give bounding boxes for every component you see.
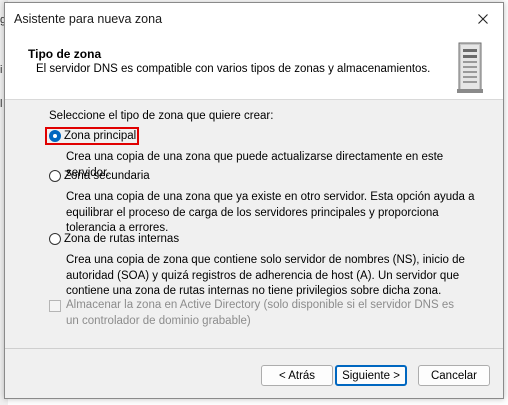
radio-label-zona-secundaria: Zona secundaria <box>64 170 150 182</box>
new-zone-wizard-dialog: Asistente para nueva zona Tipo de zona E… <box>4 2 504 399</box>
wizard-header: Tipo de zona El servidor DNS es compatib… <box>5 35 503 100</box>
footer-separator <box>5 348 503 349</box>
wizard-content: Seleccione el tipo de zona que quiere cr… <box>5 100 503 350</box>
radio-zona-secundaria[interactable]: Zona secundaria <box>49 170 150 182</box>
page-subtitle: El servidor DNS es compatible con varios… <box>36 63 431 75</box>
desc-zona-rutas-internas: Crea una copia de zona que contiene solo… <box>66 254 465 297</box>
page-title: Tipo de zona <box>28 47 102 61</box>
next-button[interactable]: Siguiente > <box>335 365 407 386</box>
radio-button[interactable] <box>49 170 61 182</box>
radio-zona-rutas-internas[interactable]: Zona de rutas internas <box>49 233 179 245</box>
radio-button[interactable] <box>49 233 61 245</box>
radio-zona-principal[interactable]: Zona principal <box>49 130 136 142</box>
radio-label-zona-principal: Zona principal <box>64 130 137 142</box>
radio-button-checked[interactable] <box>49 130 61 142</box>
close-icon <box>478 14 488 24</box>
desc-zona-secundaria: Crea una copia de una zona que ya existe… <box>66 191 475 234</box>
close-button[interactable] <box>463 3 503 35</box>
window-title: Asistente para nueva zona <box>14 12 163 26</box>
store-in-ad-label: Almacenar la zona en Active Directory (s… <box>66 299 454 327</box>
zone-type-prompt: Seleccione el tipo de zona que quiere cr… <box>49 110 274 122</box>
radio-label-zona-rutas-internas: Zona de rutas internas <box>64 233 180 245</box>
server-icon <box>457 42 483 93</box>
title-bar: Asistente para nueva zona <box>5 3 503 35</box>
checkbox-disabled <box>49 300 61 312</box>
store-in-ad-checkbox: Almacenar la zona en Active Directory (s… <box>49 298 466 329</box>
back-button[interactable]: < Atrás <box>261 365 333 386</box>
cancel-button[interactable]: Cancelar <box>418 365 490 386</box>
